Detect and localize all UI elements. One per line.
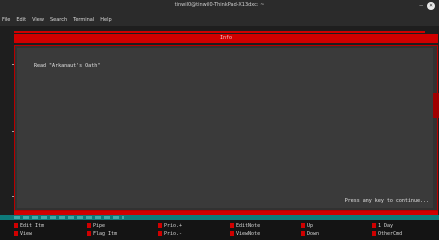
left-margin-tick (12, 196, 14, 197)
window-titlebar: tinwil0@tinwil0-ThinkPad-X13dxc: ~ – × (0, 0, 439, 13)
footer-cmd[interactable]: EditNote (230, 223, 260, 229)
footer-cmd[interactable]: Pipe (87, 223, 105, 229)
menu-edit[interactable]: Edit (16, 17, 26, 23)
info-header-bar: Info (14, 34, 438, 43)
menu-bar: File Edit View Search Terminal Help (0, 13, 439, 26)
status-bar-pattern (14, 216, 124, 219)
footer-cmd[interactable]: Prio.+ (158, 223, 182, 229)
footer-cmd[interactable]: Edit Itm (14, 223, 44, 229)
menu-view[interactable]: View (32, 17, 44, 23)
scrollbar-thumb[interactable] (433, 93, 439, 118)
footer-cmd[interactable]: OtherCmd (372, 231, 402, 237)
footer-cmd[interactable]: ViewNote (230, 231, 260, 237)
window-title: tinwil0@tinwil0-ThinkPad-X13dxc: ~ (174, 2, 265, 8)
menu-help[interactable]: Help (100, 17, 111, 23)
info-panel-body: Read "Arkanaut's Oath" Press any key to … (17, 48, 433, 208)
footer-cmd[interactable]: 1 Day (372, 223, 393, 229)
footer-cmd[interactable]: Flag Itm (87, 231, 117, 237)
close-icon[interactable]: × (427, 2, 435, 10)
menu-terminal[interactable]: Terminal (73, 17, 94, 23)
left-margin-tick (12, 131, 14, 132)
minimize-icon[interactable]: – (419, 2, 423, 9)
continue-prompt: Press any key to continue... (344, 198, 429, 204)
command-footer: Edit Itm Pipe Prio.+ EditNote Up 1 Day V… (0, 220, 439, 240)
info-header-label: Info (219, 35, 233, 41)
top-border-bar (14, 31, 425, 33)
info-text: Read "Arkanaut's Oath" (34, 63, 101, 69)
left-margin-tick (12, 64, 14, 65)
footer-cmd[interactable]: View (14, 231, 32, 237)
menu-file[interactable]: File (2, 17, 10, 23)
info-panel: Read "Arkanaut's Oath" Press any key to … (14, 45, 438, 211)
menu-search[interactable]: Search (50, 17, 67, 23)
footer-cmd[interactable]: Down (301, 231, 319, 237)
footer-cmd[interactable]: Up (301, 223, 313, 229)
footer-cmd[interactable]: Prio.- (158, 231, 182, 237)
